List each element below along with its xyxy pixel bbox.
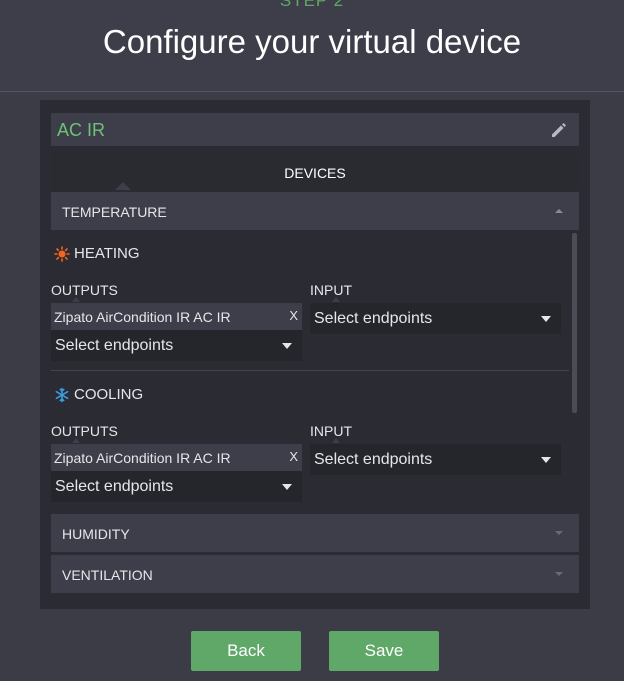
heating-output-select[interactable]: Select endpoints bbox=[51, 330, 302, 361]
back-button[interactable]: Back bbox=[191, 631, 301, 671]
cooling-group: COOLING OUTPUTS INPUT Zipato AirConditio… bbox=[51, 372, 569, 512]
tab-pointer bbox=[115, 182, 131, 190]
step-label: STEP 2 bbox=[279, 0, 345, 10]
tab-devices-label: DEVICES bbox=[284, 165, 346, 181]
sun-icon bbox=[54, 245, 70, 262]
section-ventilation-label: VENTILATION bbox=[62, 567, 153, 583]
remove-tag-button[interactable]: X bbox=[289, 308, 298, 323]
heating-output-tag-label: Zipato AirCondition IR AC IR bbox=[54, 309, 231, 325]
caret-up-icon bbox=[332, 297, 340, 302]
caret-up-icon bbox=[72, 297, 80, 302]
heating-input-select[interactable]: Select endpoints bbox=[310, 303, 561, 334]
cooling-output-select[interactable]: Select endpoints bbox=[51, 471, 302, 502]
tab-devices[interactable]: DEVICES bbox=[51, 154, 579, 190]
cooling-input-select[interactable]: Select endpoints bbox=[310, 444, 561, 475]
section-humidity-header[interactable]: HUMIDITY bbox=[51, 514, 579, 552]
cooling-input-select-value: Select endpoints bbox=[314, 451, 433, 468]
cooling-input-label: INPUT bbox=[310, 423, 352, 439]
pencil-icon[interactable] bbox=[549, 120, 569, 140]
chevron-down-icon bbox=[541, 457, 551, 463]
heating-input-label: INPUT bbox=[310, 282, 352, 298]
heating-title: HEATING bbox=[54, 245, 140, 262]
cooling-output-select-value: Select endpoints bbox=[55, 478, 174, 495]
cooling-output-tag: Zipato AirCondition IR AC IR X bbox=[51, 444, 302, 471]
section-ventilation-header[interactable]: VENTILATION bbox=[51, 555, 579, 593]
caret-up-icon bbox=[72, 438, 80, 443]
cooling-title-label: COOLING bbox=[74, 386, 144, 403]
heating-group: HEATING OUTPUTS INPUT Zipato AirConditio… bbox=[51, 231, 569, 371]
cooling-outputs-label: OUTPUTS bbox=[51, 423, 118, 439]
heating-title-label: HEATING bbox=[74, 245, 140, 262]
section-temperature-header[interactable]: TEMPERATURE bbox=[51, 192, 579, 230]
heating-outputs-label: OUTPUTS bbox=[51, 282, 118, 298]
save-button[interactable]: Save bbox=[329, 631, 439, 671]
chevron-down-icon bbox=[541, 316, 551, 322]
device-config-panel: AC IR DEVICES TEMPERATURE HEATING OUTPUT… bbox=[40, 100, 590, 609]
chevron-down-icon bbox=[555, 572, 563, 576]
caret-up-icon bbox=[332, 438, 340, 443]
device-name-bar: AC IR bbox=[51, 113, 579, 146]
snowflake-icon bbox=[55, 387, 69, 402]
device-name: AC IR bbox=[57, 120, 106, 140]
cooling-title: COOLING bbox=[54, 386, 143, 403]
heating-output-tag: Zipato AirCondition IR AC IR X bbox=[51, 303, 302, 330]
chevron-down-icon bbox=[282, 343, 292, 349]
heating-input-select-value: Select endpoints bbox=[314, 310, 433, 327]
heating-output-select-value: Select endpoints bbox=[55, 337, 174, 354]
cooling-output-tag-label: Zipato AirCondition IR AC IR bbox=[54, 450, 231, 466]
section-temperature-label: TEMPERATURE bbox=[62, 204, 167, 220]
scrollbar-thumb[interactable] bbox=[572, 233, 577, 413]
temperature-content: HEATING OUTPUTS INPUT Zipato AirConditio… bbox=[40, 231, 578, 512]
section-humidity-label: HUMIDITY bbox=[62, 526, 130, 542]
page-header: STEP 2 Configure your virtual device bbox=[0, 0, 624, 92]
chevron-down-icon bbox=[555, 531, 563, 535]
chevron-up-icon bbox=[555, 209, 563, 213]
chevron-down-icon bbox=[282, 484, 292, 490]
page-title: Configure your virtual device bbox=[102, 23, 522, 60]
remove-tag-button[interactable]: X bbox=[289, 449, 298, 464]
